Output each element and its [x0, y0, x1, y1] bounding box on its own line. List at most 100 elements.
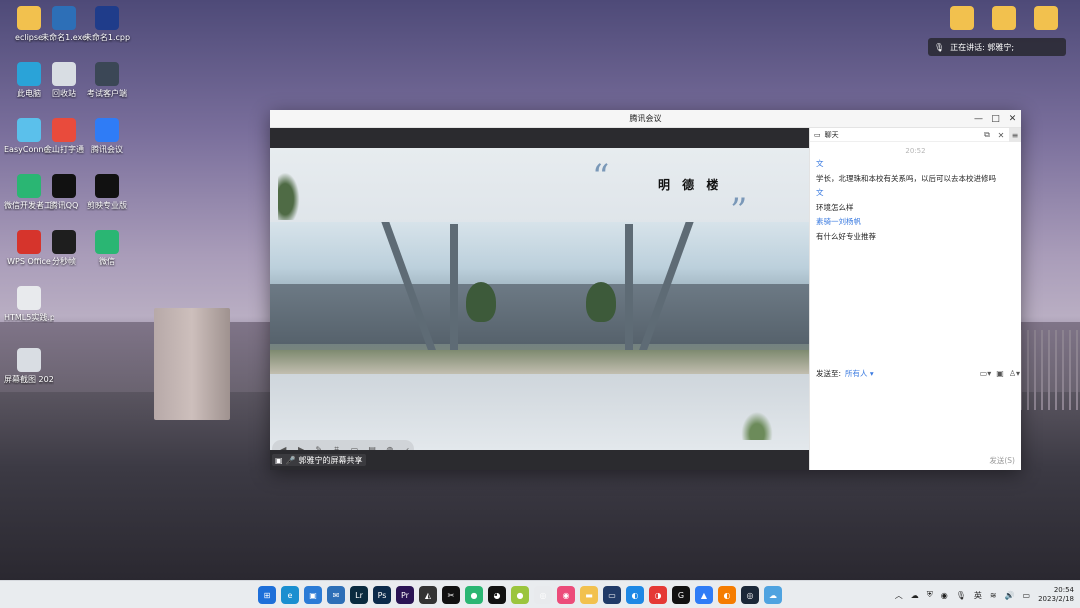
app-icon	[52, 118, 76, 142]
app-icon[interactable]: ◐	[718, 586, 736, 604]
clock[interactable]: 20:54 2023/2/18	[1038, 586, 1074, 604]
wechat-icon[interactable]: ●	[465, 586, 483, 604]
ps-icon[interactable]: Ps	[373, 586, 391, 604]
desktop-icon[interactable]: 考试客户端	[82, 62, 132, 99]
desktop-icon[interactable]: 微信	[82, 230, 132, 267]
cloud-icon[interactable]: ☁	[911, 591, 919, 600]
chat-message: 文学长，北理珠和本校有关系吗，以后可以去本校进修吗	[810, 157, 1021, 186]
lrc-icon[interactable]: Lr	[350, 586, 368, 604]
microphone-icon[interactable]: 🎙	[956, 591, 966, 600]
app-icon[interactable]: ◑	[649, 586, 667, 604]
file-icon[interactable]: ▭▾	[980, 369, 992, 378]
app-icon	[95, 230, 119, 254]
message-text: 环境怎么样	[816, 202, 854, 212]
windows-icon[interactable]: ⊞	[258, 586, 276, 604]
palm-tree	[466, 282, 496, 322]
steam-icon[interactable]: ◎	[741, 586, 759, 604]
explorer-icon[interactable]: ▬	[580, 586, 598, 604]
chevron-up-icon[interactable]: ︿	[895, 590, 903, 601]
app-icon[interactable]: ◎	[534, 586, 552, 604]
chat-icon: ▭	[814, 130, 821, 139]
wifi-icon[interactable]: ≋	[990, 591, 997, 600]
window-controls: — □ ✕	[970, 110, 1021, 128]
taskbar: ⊞ e ▣ ✉ Lr Ps Pr ◭ ✂ ● ◕ ● ◎ ◉ ▬ ▭ ◐ ◑ G ▲ ◐ ◎ ☁ ︿ ☁ ⛨ ◉ 🎙 英 ≋…	[0, 580, 1080, 608]
send-button[interactable]: 发送(S)	[989, 455, 1015, 466]
building-frame-right	[625, 224, 633, 352]
chat-message: 素骑一刘杨帆 有什么好专业推荐	[810, 215, 1021, 244]
user-icon[interactable]: ♙▾	[1009, 369, 1020, 378]
wechat-tray-icon[interactable]: ◉	[941, 591, 948, 600]
chat-panel: ▭ 聊天 ⧉ ✕ ≡ 20:52 文学长，北理珠和本校有关系吗，以后可以去本校进…	[809, 128, 1021, 470]
desktop-icon[interactable]: 腾讯会议	[82, 118, 132, 155]
app-icon	[52, 174, 76, 198]
app-icon[interactable]: ◭	[419, 586, 437, 604]
desktop-icon-label: 考试客户端	[87, 89, 127, 98]
app-icon[interactable]: ●	[511, 586, 529, 604]
app-icon	[17, 286, 41, 310]
speaking-notification: 🎙 正在讲话: 郭雅宁;	[928, 38, 1066, 56]
shield-icon[interactable]: ⛨	[927, 590, 933, 600]
speaking-text: 正在讲话: 郭雅宁;	[950, 42, 1015, 52]
popout-icon[interactable]: ⧉	[981, 128, 993, 142]
store-icon[interactable]: ▣	[304, 586, 322, 604]
close-button[interactable]: ✕	[1004, 110, 1021, 128]
message-sender[interactable]: 素骑一刘杨帆	[816, 215, 1021, 230]
chat-tools: ▭▾ ▣ ♙▾	[980, 369, 1020, 378]
app-icon[interactable]: ◐	[626, 586, 644, 604]
minimize-button[interactable]: —	[970, 110, 987, 128]
palm-tree	[586, 282, 616, 322]
building-body	[270, 284, 809, 344]
message-text: 有什么好专业推荐	[816, 231, 876, 241]
desktop-icon-label: 腾讯会议	[91, 145, 123, 154]
menu-icon[interactable]: ≡	[1009, 128, 1021, 142]
desktop-icon[interactable]: HTML5实践.pdf	[4, 286, 54, 323]
building-photo	[270, 222, 809, 374]
mail-icon[interactable]: ✉	[327, 586, 345, 604]
message-sender[interactable]: 文	[816, 157, 1021, 172]
message-text: 学长，北理珠和本校有关系吗，以后可以去本校进修吗	[816, 173, 996, 183]
desktop-icon-label: 微信	[99, 257, 115, 266]
edge-icon[interactable]: e	[281, 586, 299, 604]
desktop-icon-label: 未命名1.cpp	[83, 33, 131, 42]
app-icon[interactable]: ☁	[764, 586, 782, 604]
desktop-icon[interactable]: 屏幕截图 2023-02-1...	[4, 348, 54, 385]
plant-decoration	[278, 168, 302, 220]
pr-icon[interactable]: Pr	[396, 586, 414, 604]
send-to-label: 发送至:	[816, 369, 842, 378]
desktop-icon-label: 剪映专业版	[87, 201, 127, 210]
capcut-icon[interactable]: ✂	[442, 586, 460, 604]
app-icon	[52, 62, 76, 86]
app-icon	[17, 230, 41, 254]
bamboo-decoration	[740, 410, 774, 440]
window-titlebar[interactable]: 腾讯会议 — □ ✕	[270, 110, 1021, 128]
recipient-dropdown[interactable]: 所有人 ▾	[845, 368, 874, 379]
open-quote-mark: “	[592, 157, 610, 197]
screenshot-icon[interactable]: ▣	[996, 369, 1004, 378]
app-icon[interactable]: ◉	[557, 586, 575, 604]
screen-share-area: “ 明 德 楼 ” ◀ ▶ ✎ ⌗ ▭ ▤ ◍ ‹ ▣ 🎤 郭雅宁的屏幕共享	[270, 128, 809, 470]
building-frame-left-2	[450, 224, 458, 352]
chat-header: ▭ 聊天 ⧉ ✕ ≡	[810, 128, 1021, 142]
folder-image	[1034, 6, 1058, 30]
message-sender[interactable]: 文	[816, 186, 1021, 201]
app-icon	[17, 62, 41, 86]
app-icon	[17, 174, 41, 198]
qq-icon[interactable]: ◕	[488, 586, 506, 604]
share-tag[interactable]: ▣ 🎤 郭雅宁的屏幕共享	[272, 454, 366, 466]
volume-icon[interactable]: 🔊	[1005, 591, 1015, 600]
app-icon[interactable]: G	[672, 586, 690, 604]
folder-image	[950, 6, 974, 30]
maximize-button[interactable]: □	[987, 110, 1004, 128]
desktop-icon[interactable]: 未命名1.cpp	[82, 6, 132, 43]
battery-icon[interactable]: ▭	[1023, 591, 1031, 600]
app-icon	[17, 348, 41, 372]
app-icon	[52, 230, 76, 254]
desktop-icon[interactable]: 剪映专业版	[82, 174, 132, 211]
ime-indicator[interactable]: 英	[974, 590, 982, 601]
meeting-icon[interactable]: ▲	[695, 586, 713, 604]
close-chat-icon[interactable]: ✕	[995, 128, 1007, 142]
wallpaper-pillar	[154, 308, 230, 420]
folder-icon[interactable]	[1021, 6, 1071, 33]
app-icon	[95, 118, 119, 142]
app-icon[interactable]: ▭	[603, 586, 621, 604]
